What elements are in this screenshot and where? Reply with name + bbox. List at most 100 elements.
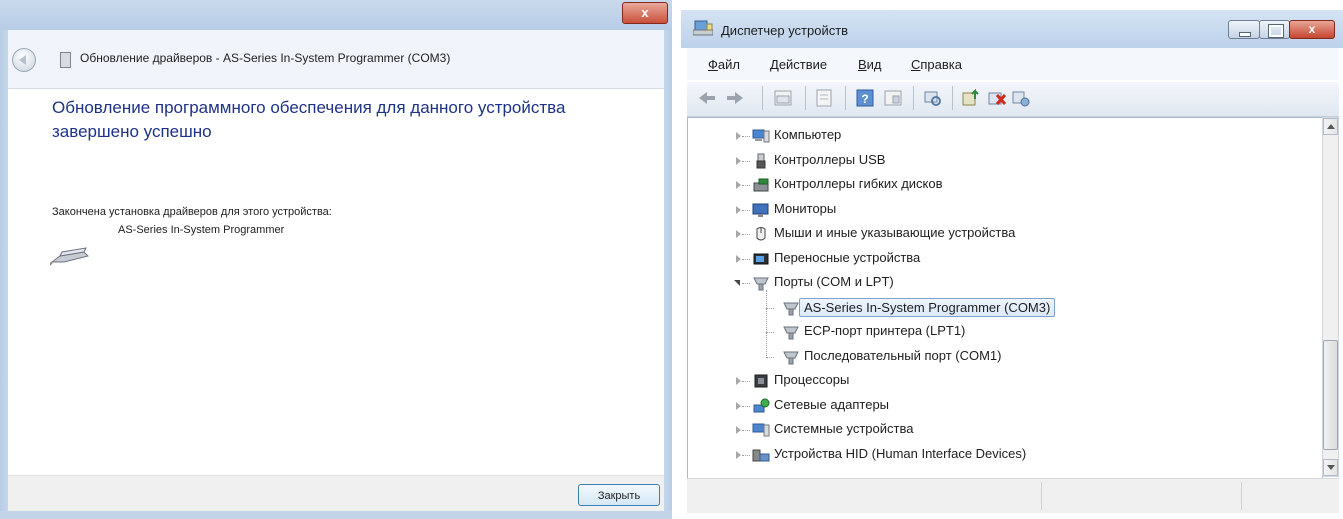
tree-connector xyxy=(742,185,750,186)
tree-category-item[interactable]: Контроллеры USB xyxy=(688,150,1318,172)
tree-category-item[interactable]: Системные устройства xyxy=(688,419,1318,441)
status-divider xyxy=(1241,482,1242,510)
document-icon[interactable] xyxy=(814,89,834,107)
uninstall-icon[interactable] xyxy=(1011,89,1031,107)
window-frame-left xyxy=(0,30,8,519)
tree-category-item[interactable]: Мыши и иные указывающие устройства xyxy=(688,223,1318,245)
back-arrow-icon[interactable] xyxy=(697,89,717,107)
network-adapter-icon xyxy=(753,398,770,412)
properties-grid-icon[interactable] xyxy=(773,89,793,107)
tree-category-item[interactable]: Устройства HID (Human Interface Devices) xyxy=(688,444,1318,466)
menu-view[interactable]: Вид xyxy=(858,57,882,72)
tree-item-label: AS-Series In-System Programmer (COM3) xyxy=(799,297,1056,317)
wizard-title: Обновление драйверов - AS-Series In-Syst… xyxy=(80,51,451,65)
menu-label: ействие xyxy=(778,57,828,72)
tree-connector xyxy=(742,160,750,162)
success-heading: Обновление программного обеспечения для … xyxy=(52,98,566,141)
expand-arrow-icon[interactable] xyxy=(736,450,741,459)
menu-file[interactable]: Файл xyxy=(708,57,740,72)
window-frame-top xyxy=(0,0,672,30)
tree-item-label: Системные устройства xyxy=(774,421,914,436)
computer-icon xyxy=(752,129,770,143)
port-icon xyxy=(753,277,769,291)
toolbar-separator xyxy=(845,86,846,110)
menu-accel: Д xyxy=(770,57,779,72)
device-name: AS-Series In-System Programmer xyxy=(118,224,285,236)
device-tree[interactable]: Компьютер Контроллеры USB Контроллеры гибк… xyxy=(687,117,1323,479)
tree-category-item[interactable]: Порты (COM и LPT) xyxy=(688,272,1318,294)
close-window-button[interactable]: x xyxy=(1289,20,1335,39)
tree-connector xyxy=(742,234,750,235)
tree-item-label: Порты (COM и LPT) xyxy=(774,274,894,289)
vertical-scrollbar[interactable] xyxy=(1322,117,1339,477)
tree-item-label: Мыши и иные указывающие устройства xyxy=(774,225,1016,240)
toolbar-separator xyxy=(805,86,806,110)
tree-branch-line xyxy=(766,290,767,358)
usb-icon xyxy=(756,153,766,168)
collapse-arrow-icon[interactable] xyxy=(734,280,740,286)
expand-arrow-icon[interactable] xyxy=(736,230,741,238)
expand-arrow-icon[interactable] xyxy=(736,132,741,140)
status-divider xyxy=(1041,482,1042,510)
serial-cable-icon xyxy=(50,247,89,266)
scroll-up-button[interactable] xyxy=(1323,118,1338,135)
tree-item-label: Переносные устройства xyxy=(774,249,921,265)
tree-item-label: Контроллеры USB xyxy=(774,151,886,167)
portable-device-icon xyxy=(753,253,769,264)
tree-child-item[interactable]: Последовательный порт (COM1) xyxy=(688,346,1318,368)
tree-category-item[interactable]: Компьютер xyxy=(688,125,1318,147)
menu-accel: Ф xyxy=(708,57,718,72)
help-icon[interactable]: ? xyxy=(855,89,875,107)
scroll-down-button[interactable] xyxy=(1323,459,1338,476)
disable-device-icon[interactable] xyxy=(987,89,1007,107)
tree-category-item[interactable]: Мониторы xyxy=(688,199,1318,221)
menu-action[interactable]: Действие xyxy=(770,57,827,72)
install-complete-text: Закончена установка драйверов для этого … xyxy=(52,206,332,218)
view-icon[interactable] xyxy=(883,89,903,107)
tree-category-item[interactable]: Контроллеры гибких дисков xyxy=(688,174,1318,196)
system-devices-icon xyxy=(752,423,770,437)
tree-category-item[interactable]: Переносные устройства xyxy=(688,248,1318,270)
expand-arrow-icon[interactable] xyxy=(736,156,741,165)
tree-item-label: Процессоры xyxy=(774,372,850,387)
tree-category-item[interactable]: Сетевые адаптеры xyxy=(688,395,1318,417)
scroll-thumb[interactable] xyxy=(1323,340,1338,450)
expand-arrow-icon[interactable] xyxy=(736,377,741,385)
monitor-icon xyxy=(752,203,769,217)
tree-item-label: Последовательный порт (COM1) xyxy=(804,347,1002,363)
scan-hardware-icon[interactable] xyxy=(923,89,943,107)
port-icon xyxy=(783,326,799,340)
svg-text:?: ? xyxy=(861,92,868,106)
expand-arrow-icon[interactable] xyxy=(736,426,741,434)
tree-item-label: Устройства HID (Human Interface Devices) xyxy=(774,445,1027,461)
tree-category-item[interactable]: Процессоры xyxy=(688,370,1318,392)
tree-connector xyxy=(742,209,750,211)
tree-child-item[interactable]: AS-Series In-System Programmer (COM3) xyxy=(688,297,1318,319)
expand-arrow-icon[interactable] xyxy=(736,181,741,189)
tree-connector xyxy=(742,258,750,260)
button-bar xyxy=(8,475,664,512)
close-window-button[interactable]: x xyxy=(622,2,668,24)
expand-arrow-icon[interactable] xyxy=(736,401,741,410)
menu-label: ид xyxy=(866,57,882,72)
port-icon xyxy=(783,302,799,315)
minimize-button[interactable] xyxy=(1228,20,1260,39)
maximize-button[interactable] xyxy=(1259,20,1290,39)
menu-help[interactable]: Справка xyxy=(911,57,962,72)
window-title: Диспетчер устройств xyxy=(721,23,849,38)
forward-arrow-icon[interactable] xyxy=(725,89,745,107)
tree-child-item[interactable]: ECP-порт принтера (LPT1) xyxy=(688,321,1318,343)
back-button[interactable] xyxy=(12,48,36,72)
tree-connector xyxy=(742,136,750,137)
update-driver-icon[interactable] xyxy=(961,89,981,107)
tree-connector xyxy=(766,332,774,333)
expand-arrow-icon[interactable] xyxy=(736,205,741,214)
tree-connector xyxy=(742,430,750,431)
close-button[interactable]: Закрыть xyxy=(578,484,660,506)
hid-icon xyxy=(752,449,770,461)
driver-update-window: x Обновление драйверов - AS-Series In-Sy… xyxy=(0,0,672,519)
menu-label: айл xyxy=(717,57,740,72)
device-icon xyxy=(60,52,71,68)
expand-arrow-icon[interactable] xyxy=(736,254,741,263)
menu-accel: В xyxy=(858,57,867,72)
